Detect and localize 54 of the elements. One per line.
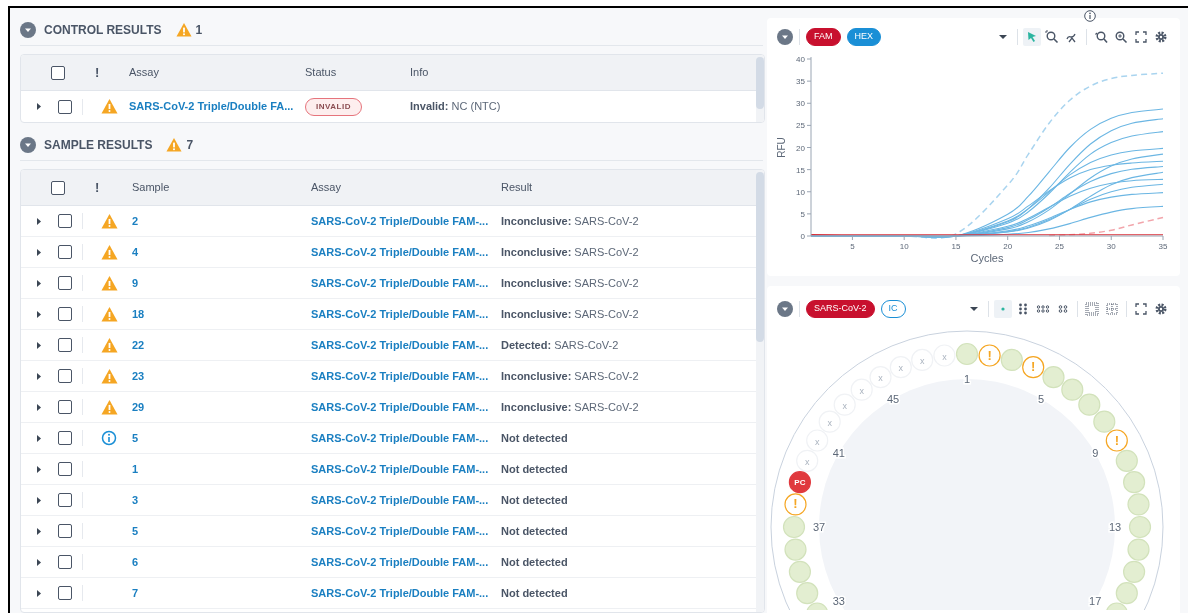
tick-label: 20 [1003, 242, 1013, 251]
result-text: Inconclusive: SARS-CoV-2 [501, 306, 639, 322]
result-text: Not detected [501, 554, 568, 570]
tick-label: 40 [796, 55, 805, 64]
column-header: Sample [131, 180, 171, 196]
result-text: Detected: SARS-CoV-2 [501, 337, 619, 353]
well-number: 13 [1108, 521, 1122, 533]
tick-label: 25 [1055, 242, 1064, 251]
result-text: Not detected [501, 430, 568, 446]
well-number: 37 [812, 521, 826, 533]
tick-label: 10 [899, 242, 909, 251]
well-number: 9 [1092, 447, 1099, 459]
column-header: Assay [128, 65, 160, 81]
result-text: Inconclusive: SARS-CoV-2 [501, 244, 639, 260]
tick-label: 15 [796, 165, 805, 175]
well-number: 41 [832, 447, 845, 459]
column-header: Info [410, 65, 429, 81]
tick-label: 10 [796, 187, 805, 197]
well-number: 33 [832, 595, 845, 607]
axis-title: Cycles [970, 252, 1004, 264]
column-header: Result [501, 180, 533, 196]
well-number: 1 [963, 373, 971, 385]
info-text: Invalid: NC (NTC) [410, 99, 501, 115]
tick-label: 5 [800, 209, 805, 219]
result-text: Inconclusive: SARS-CoV-2 [501, 399, 639, 415]
result-text: Inconclusive: SARS-CoV-2 [501, 213, 639, 229]
well-number: 5 [1037, 392, 1045, 405]
tick-label: 30 [1106, 242, 1116, 251]
tick-label: 15 [951, 242, 961, 251]
result-text: Not detected [501, 585, 568, 601]
warning-count: 1 [195, 21, 203, 39]
well-number: 45 [886, 392, 900, 405]
column-header: Status [305, 65, 338, 81]
column-header: Assay [311, 180, 342, 196]
tick-label: 35 [1158, 242, 1168, 251]
axis-title: RFU [776, 137, 787, 158]
result-text: Not detected [501, 492, 568, 508]
result-text: Not detected [501, 461, 568, 477]
section-title: CONTROL RESULTS [44, 21, 162, 39]
result-text: Not detected [501, 523, 568, 539]
tick-label: 20 [796, 143, 805, 153]
section-title: SAMPLE RESULTS [44, 136, 153, 154]
tick-label: 0 [800, 232, 805, 241]
tick-label: 5 [850, 242, 855, 251]
result-text: Inconclusive: SARS-CoV-2 [501, 275, 639, 291]
warning-count: 7 [186, 136, 194, 154]
result-text: Inconclusive: SARS-CoV-2 [501, 368, 639, 384]
tick-label: 25 [796, 121, 805, 131]
flag-column-header: ! [95, 178, 100, 197]
tick-label: 30 [796, 99, 805, 109]
flag-column-header: ! [95, 63, 100, 82]
status-badge: INVALID [305, 97, 362, 116]
well-number: 17 [1089, 595, 1102, 607]
tick-label: 35 [796, 77, 805, 87]
